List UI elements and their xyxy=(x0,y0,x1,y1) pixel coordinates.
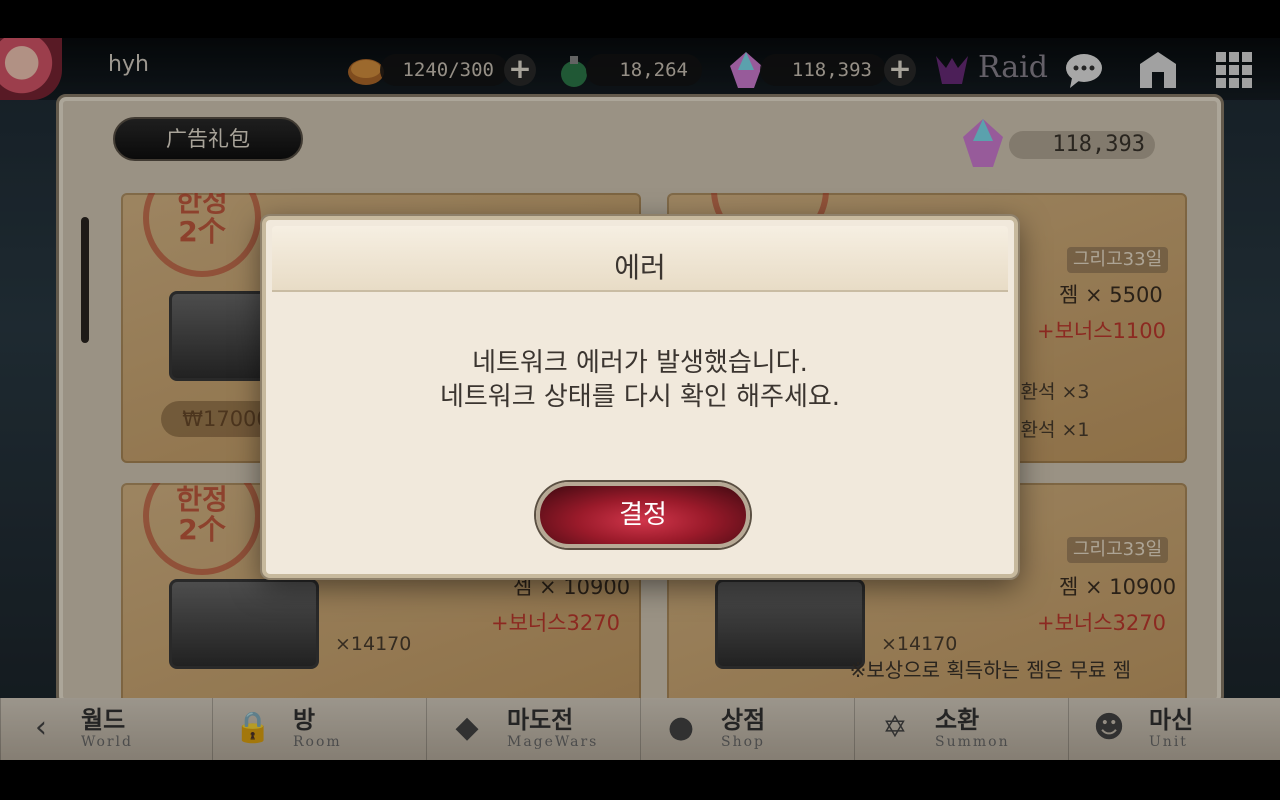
dialog-header: 에러 xyxy=(272,226,1008,292)
dialog-title: 에러 xyxy=(614,251,666,284)
dialog-message: 네트워크 에러가 발생했습니다. 네트워크 상태를 다시 확인 해주세요. xyxy=(266,346,1014,414)
confirm-button[interactable]: 결정 xyxy=(536,482,750,548)
dialog-message-line: 네트워크 에러가 발생했습니다. xyxy=(472,348,808,378)
dialog-message-line: 네트워크 상태를 다시 확인 해주세요. xyxy=(439,382,841,412)
error-dialog: 에러 네트워크 에러가 발생했습니다. 네트워크 상태를 다시 확인 해주세요.… xyxy=(262,216,1018,578)
